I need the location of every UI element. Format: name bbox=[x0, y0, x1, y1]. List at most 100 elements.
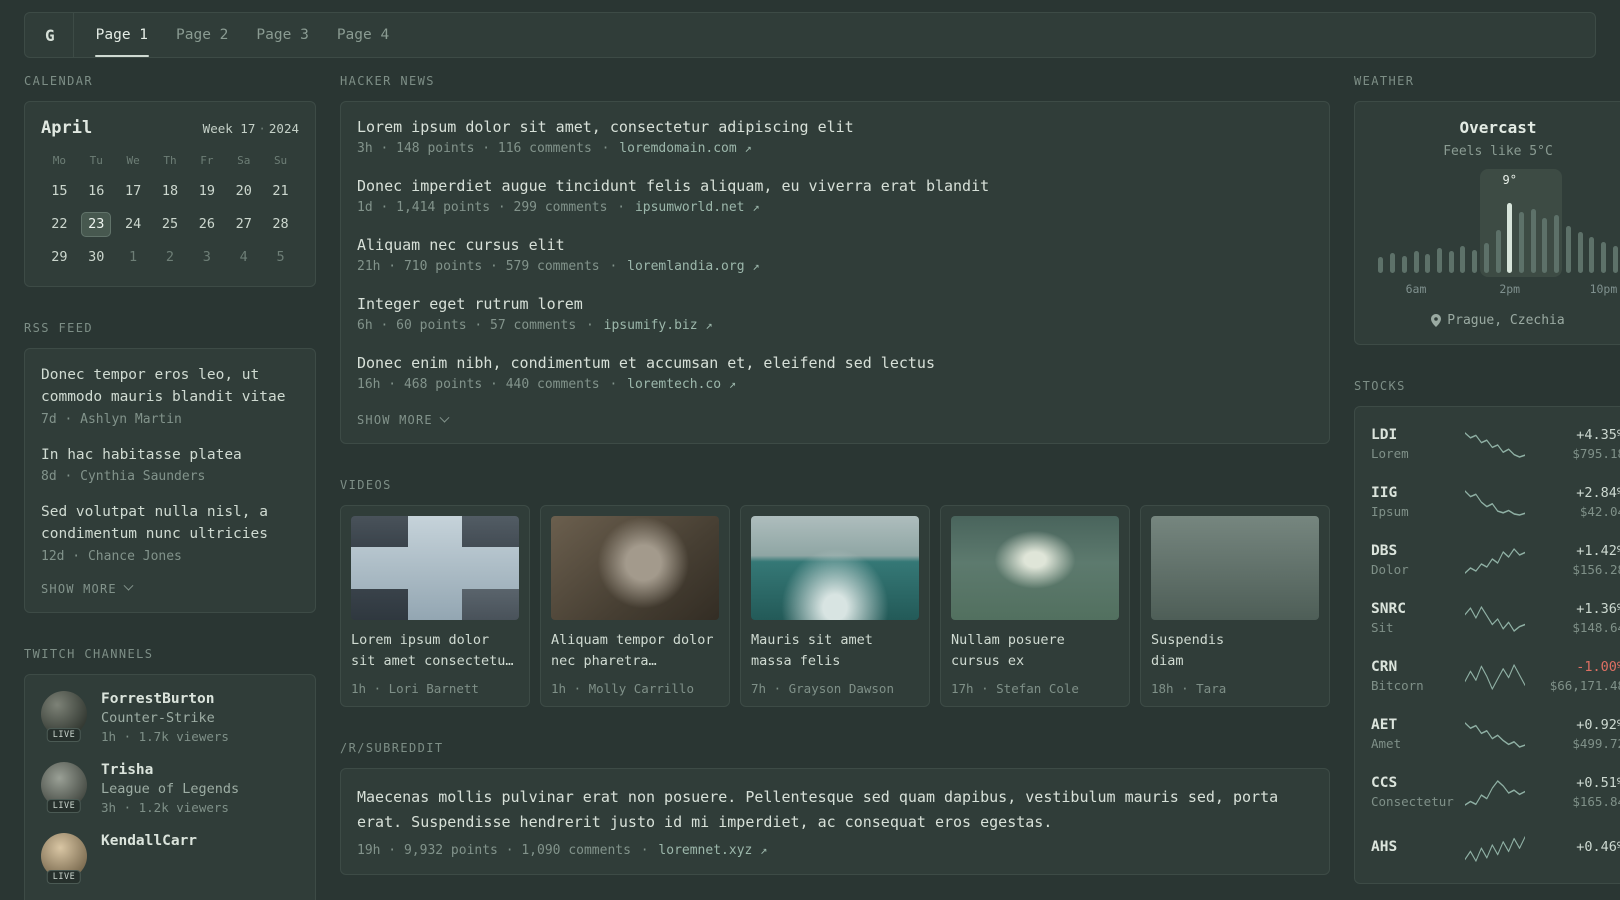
stock-sparkline-chart bbox=[1465, 487, 1525, 517]
hn-item-title[interactable]: Lorem ipsum dolor sit amet, consectetur … bbox=[357, 118, 1313, 136]
hn-item[interactable]: Aliquam nec cursus elit 21h · 710 points… bbox=[357, 236, 1313, 274]
stock-name: Lorem bbox=[1371, 446, 1409, 461]
hn-source-link[interactable]: loremdomain.com bbox=[619, 141, 736, 156]
hn-source-link[interactable]: ipsumworld.net bbox=[635, 200, 745, 215]
chevron-down-icon bbox=[123, 580, 134, 591]
stock-symbol: CCS bbox=[1371, 775, 1398, 791]
hn-item[interactable]: Donec imperdiet augue tincidunt felis al… bbox=[357, 177, 1313, 215]
subreddit-widget: /R/SUBREDDIT Maecenas mollis pulvinar er… bbox=[340, 741, 1330, 875]
calendar-card: April Week 17 · 2024 Mo Tu We Th Fr Sa Su 15 16 17… bbox=[24, 101, 316, 287]
hn-item-title[interactable]: Donec imperdiet augue tincidunt felis al… bbox=[357, 177, 1313, 195]
calendar-day: 18 bbox=[161, 183, 179, 199]
subreddit-source-link[interactable]: loremnet.xyz bbox=[658, 843, 752, 858]
video-thumbnail bbox=[551, 516, 719, 620]
weather-widget-title: WEATHER bbox=[1354, 74, 1415, 88]
hn-source-link[interactable]: loremlandia.org bbox=[627, 259, 744, 274]
hn-item[interactable]: Lorem ipsum dolor sit amet, consectetur … bbox=[357, 118, 1313, 156]
stock-name: Dolor bbox=[1371, 562, 1409, 577]
calendar-day: 15 bbox=[51, 183, 68, 199]
location-pin-icon bbox=[1431, 314, 1442, 327]
separator-dot: · bbox=[609, 377, 618, 392]
calendar-day-headers: Mo Tu We Th Fr Sa Su bbox=[41, 154, 299, 167]
app-logo[interactable]: G bbox=[41, 13, 74, 57]
rss-widget-title: RSS FEED bbox=[24, 321, 93, 335]
calendar-day: 5 bbox=[276, 249, 285, 265]
twitch-channel-item[interactable]: LIVE ForrestBurton Counter-Strike 1h · 1… bbox=[41, 690, 299, 744]
page-tab[interactable]: Page 3 bbox=[242, 13, 322, 57]
video-card[interactable]: Suspendis diam 18h · Tara bbox=[1140, 505, 1330, 707]
stock-row: LDI Lorem +4.35% $795.18 bbox=[1371, 415, 1620, 473]
stock-numbers: +1.36% $148.64 bbox=[1537, 601, 1620, 635]
rss-item-meta: 8d · Cynthia Saunders bbox=[41, 469, 206, 485]
stock-symbol: DBS bbox=[1371, 543, 1398, 559]
twitch-channel-item[interactable]: LIVE Trisha League of Legends 3h · 1.2k … bbox=[41, 761, 299, 815]
video-card[interactable]: Lorem ipsum dolor sit amet consectetu… 1… bbox=[340, 505, 530, 707]
calendar-week-label: Week 17 bbox=[202, 121, 256, 136]
calendar-month: April bbox=[41, 118, 93, 138]
separator-dot: · bbox=[609, 259, 618, 274]
twitch-channel-item[interactable]: LIVE KendallCarr bbox=[41, 832, 299, 884]
twitch-card: LIVE ForrestBurton Counter-Strike 1h · 1… bbox=[24, 673, 316, 900]
hn-item-title[interactable]: Aliquam nec cursus elit bbox=[357, 236, 1313, 254]
rss-item-title: Sed volutpat nulla nisl, a condimentum n… bbox=[41, 504, 268, 542]
hn-item-title[interactable]: Integer eget rutrum lorem bbox=[357, 295, 1313, 313]
weather-bar bbox=[1436, 248, 1442, 273]
page-tab[interactable]: Page 1 bbox=[82, 13, 162, 57]
weather-bar bbox=[1577, 232, 1583, 273]
weather-bar-cell bbox=[1469, 195, 1481, 273]
weather-bar-cell bbox=[1445, 195, 1457, 273]
hacker-news-widget: HACKER NEWS Lorem ipsum dolor sit amet, … bbox=[340, 74, 1330, 444]
hn-item-meta: 16h · 468 points · 440 comments · loremt… bbox=[357, 377, 1313, 392]
rss-item[interactable]: Sed volutpat nulla nisl, a condimentum n… bbox=[41, 502, 299, 564]
hn-item[interactable]: Donec enim nibh, condimentum et accumsan… bbox=[357, 354, 1313, 392]
rss-show-more-button[interactable]: SHOW MORE bbox=[41, 580, 299, 596]
stock-identity: IIG Ipsum bbox=[1371, 485, 1453, 519]
external-link-icon: ↗ bbox=[728, 377, 737, 391]
hn-item-stats: 16h · 468 points · 440 comments bbox=[357, 377, 600, 392]
page-tabs: Page 1 Page 2 Page 3 Page 4 bbox=[82, 13, 404, 57]
weather-bar bbox=[1518, 212, 1524, 273]
separator-dot: · bbox=[617, 200, 626, 215]
twitch-avatar-wrap: LIVE bbox=[41, 832, 87, 884]
video-title: Mauris sit amet massa felis bbox=[751, 632, 873, 669]
weather-condition: Overcast bbox=[1459, 118, 1537, 137]
video-card[interactable]: Nullam posuere cursus ex 17h · Stefan Co… bbox=[940, 505, 1130, 707]
hn-source-link[interactable]: ipsumify.biz bbox=[604, 318, 698, 333]
weather-bar bbox=[1378, 257, 1384, 273]
stock-change: +2.84% bbox=[1576, 485, 1620, 501]
video-thumbnail bbox=[751, 516, 919, 620]
page-tab[interactable]: Page 2 bbox=[162, 13, 242, 57]
weather-location: Prague, Czechia bbox=[1371, 313, 1620, 328]
stock-change: +0.46% bbox=[1576, 838, 1620, 855]
stock-numbers: +0.46% bbox=[1537, 839, 1620, 858]
rss-widget: RSS FEED Donec tempor eros leo, ut commo… bbox=[24, 321, 316, 613]
weather-bar bbox=[1589, 237, 1595, 273]
stock-price: $66,171.48 bbox=[1549, 678, 1620, 693]
hn-show-more-button[interactable]: SHOW MORE bbox=[357, 412, 1313, 427]
video-thumbnail bbox=[951, 516, 1119, 620]
calendar-day-header: Su bbox=[273, 154, 288, 167]
video-card[interactable]: Mauris sit amet massa felis 7h · Grayson… bbox=[740, 505, 930, 707]
weather-time-label: 6am bbox=[1405, 282, 1427, 296]
rss-item-meta: 12d · Chance Jones bbox=[41, 548, 182, 564]
stock-identity: CRN Bitcorn bbox=[1371, 659, 1453, 693]
rss-item[interactable]: Donec tempor eros leo, ut commodo mauris… bbox=[41, 365, 299, 427]
weather-bar-cell bbox=[1387, 195, 1399, 273]
stock-sparkline-chart bbox=[1465, 603, 1525, 633]
rss-item-title: Donec tempor eros leo, ut commodo mauris… bbox=[41, 367, 286, 405]
calendar-day-header: Tu bbox=[89, 154, 103, 167]
page-tab[interactable]: Page 4 bbox=[323, 13, 403, 57]
hn-item[interactable]: Integer eget rutrum lorem 6h · 60 points… bbox=[357, 295, 1313, 333]
subreddit-widget-title: /R/SUBREDDIT bbox=[340, 741, 444, 755]
subreddit-post-title[interactable]: Maecenas mollis pulvinar erat non posuer… bbox=[357, 785, 1313, 835]
hn-item-stats: 6h · 60 points · 57 comments bbox=[357, 318, 577, 333]
rss-item[interactable]: In hac habitasse platea 8d · Cynthia Sau… bbox=[41, 445, 299, 485]
calendar-day: 27 bbox=[235, 216, 252, 232]
twitch-channel-game: League of Legends bbox=[101, 780, 240, 797]
hn-item-title[interactable]: Donec enim nibh, condimentum et accumsan… bbox=[357, 354, 1313, 372]
video-card[interactable]: Aliquam tempor dolor nec pharetra… 1h · … bbox=[540, 505, 730, 707]
calendar-year: 2024 bbox=[268, 121, 299, 136]
weather-chart: 9° bbox=[1375, 169, 1620, 277]
weather-bar bbox=[1495, 230, 1501, 273]
hn-source-link[interactable]: loremtech.co bbox=[627, 377, 721, 392]
